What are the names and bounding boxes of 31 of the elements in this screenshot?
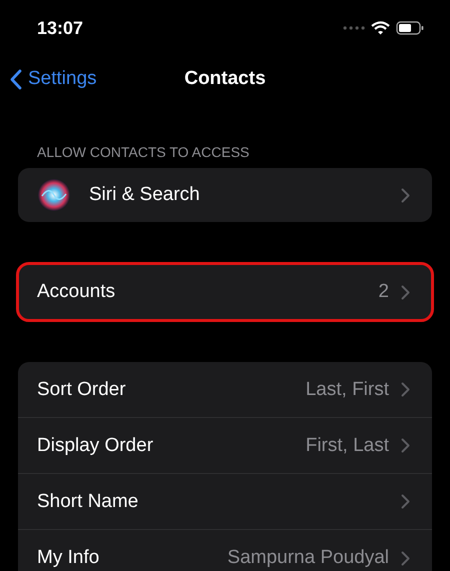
row-value: 2 [378,281,389,303]
nav-title: Contacts [184,68,266,89]
row-label: Sort Order [37,378,127,400]
row-label: Short Name [37,490,140,512]
settings-row[interactable]: My Info Sampurna Poudyal [18,530,432,571]
chevron-icon [401,284,410,300]
settings-row[interactable]: Sort Order Last, First [18,362,432,418]
chevron-icon [401,438,410,453]
back-chevron-icon [10,68,22,90]
row-value: Last, First [306,378,389,400]
row-label: Accounts [37,281,116,303]
siri-icon [37,178,71,212]
settings-row[interactable]: Short Name [18,474,432,530]
battery-icon [396,21,424,35]
row-value: First, Last [306,434,389,456]
row-value: Sampurna Poudyal [227,547,389,569]
settings-row[interactable]: Accounts 2 [18,264,432,320]
row-label: Display Order [37,434,154,456]
status-time: 13:07 [37,18,84,38]
settings-row[interactable]: Siri & Search [18,168,432,222]
chevron-icon [401,494,410,509]
chevron-icon [401,188,410,202]
row-label: My Info [37,547,100,569]
signal-dots-icon [343,26,365,30]
back-button[interactable]: Settings [10,68,97,90]
section-header: ALLOW CONTACTS TO ACCESS [37,144,250,160]
settings-row[interactable]: Display Order First, Last [18,418,432,474]
chevron-icon [401,550,410,566]
wifi-icon [371,21,390,35]
chevron-icon [401,382,410,397]
row-label: Siri & Search [89,184,201,206]
